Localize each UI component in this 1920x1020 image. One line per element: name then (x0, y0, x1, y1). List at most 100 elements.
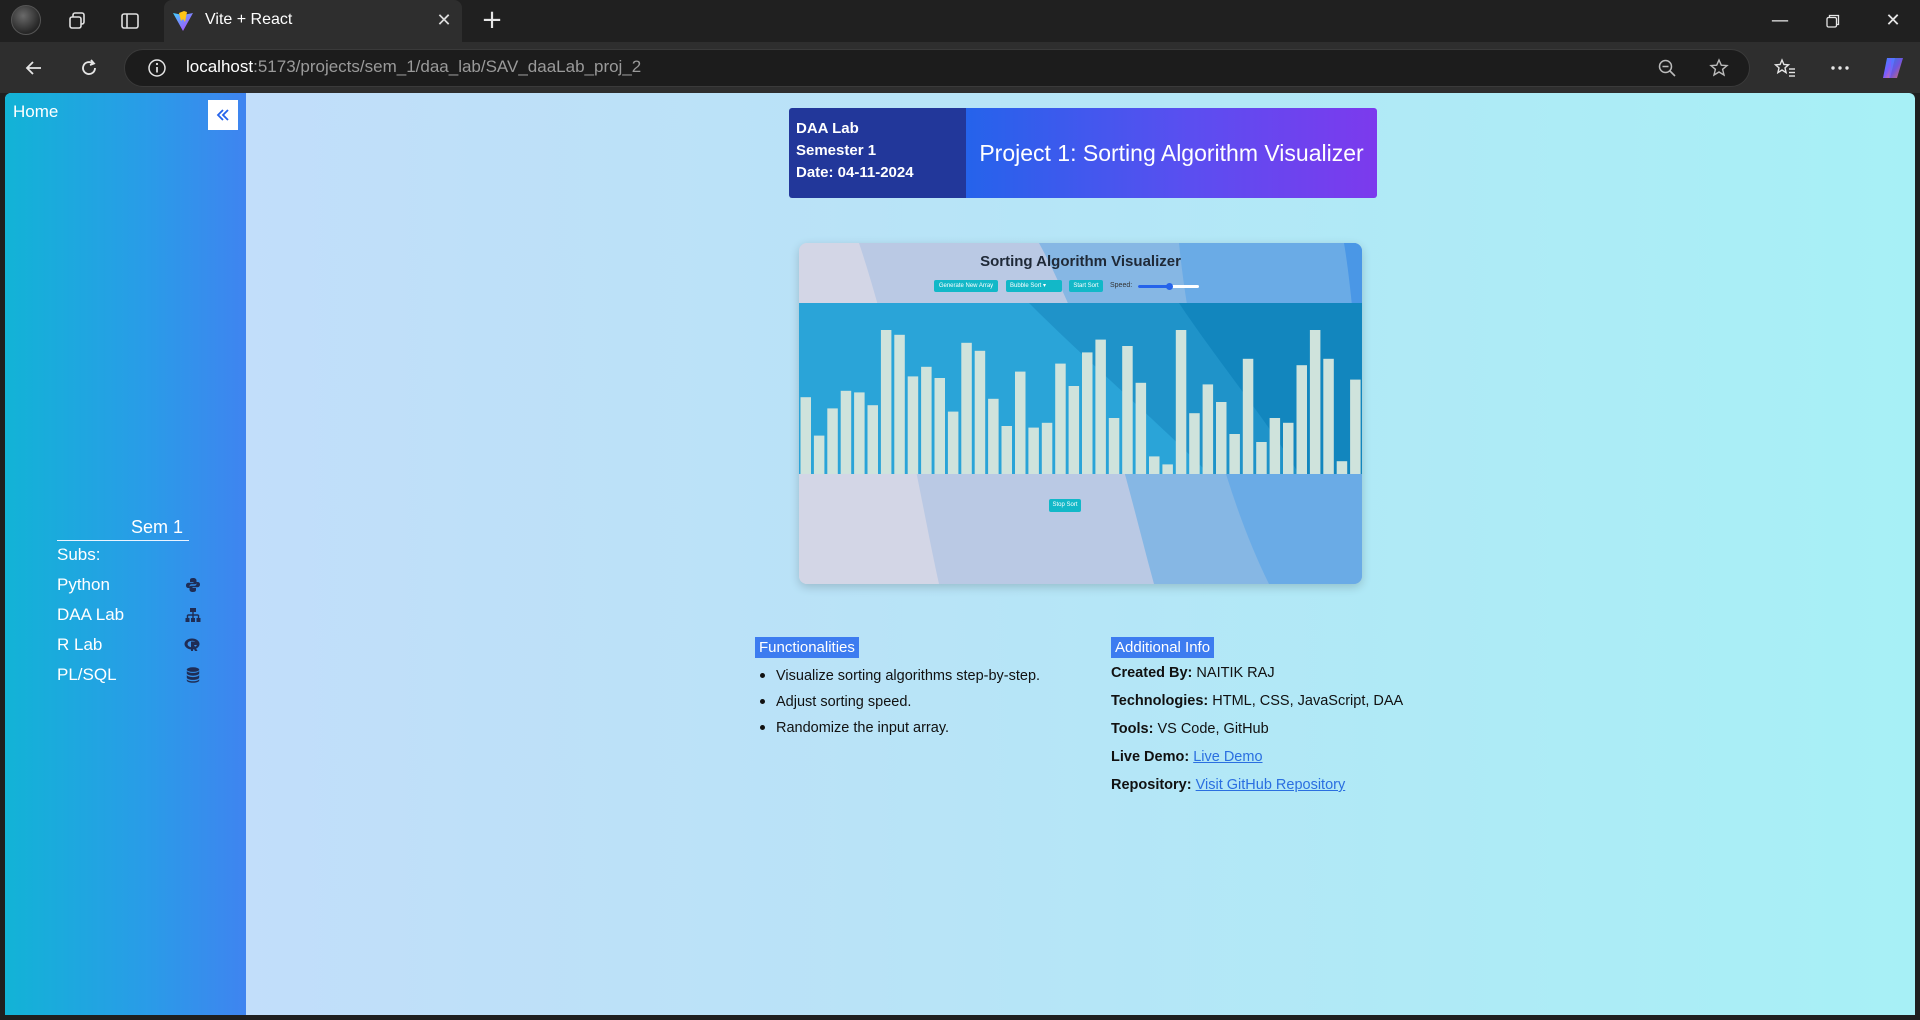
preview-bar (1242, 358, 1254, 474)
new-tab-icon[interactable]: + (478, 7, 506, 35)
close-tab-icon[interactable]: ✕ (433, 10, 455, 32)
preview-bar (1202, 384, 1214, 474)
list-item: Randomize the input array. (755, 719, 1040, 745)
repository-row: Repository: Visit GitHub Repository (1111, 777, 1345, 793)
database-icon (184, 666, 202, 684)
reload-icon[interactable] (73, 52, 105, 84)
sidebar-item-daa-lab[interactable]: DAA Lab (57, 602, 202, 628)
repository-link[interactable]: Visit GitHub Repository (1196, 777, 1346, 793)
favorite-star-icon[interactable] (1703, 52, 1735, 84)
preview-stop-button: Stop Sort (1049, 499, 1081, 512)
preview-bar (894, 334, 905, 474)
preview-bar (800, 397, 811, 474)
page-viewport: Home Sem 1 Subs: Python DAA Lab R Lab PL… (5, 93, 1915, 1015)
sidebar: Home Sem 1 Subs: Python DAA Lab R Lab PL… (5, 93, 246, 1015)
sidebar-item-plsql[interactable]: PL/SQL (57, 662, 202, 688)
created-by-value: NAITIK RAJ (1196, 665, 1275, 681)
tab-title: Vite + React (205, 11, 293, 28)
preview-start-button: Start Sort (1069, 280, 1103, 292)
preview-bar (1162, 464, 1173, 474)
created-by-row: Created By: NAITIK RAJ (1111, 665, 1275, 681)
preview-speed-label: Speed: (1110, 282, 1133, 289)
tools-value: VS Code, GitHub (1157, 721, 1269, 737)
preview-bar (1001, 426, 1012, 474)
preview-bar (1175, 330, 1187, 474)
preview-bar-chart (799, 303, 1362, 474)
list-item: Visualize sorting algorithms step-by-ste… (755, 667, 1040, 693)
preview-bar (921, 366, 932, 474)
additional-info-heading: Additional Info (1111, 637, 1215, 658)
preview-bar (1015, 371, 1026, 474)
functionalities-heading: Functionalities (755, 637, 859, 658)
preview-bar (934, 378, 945, 474)
restore-icon[interactable] (1818, 8, 1848, 34)
preview-bar (907, 376, 919, 474)
project-title-banner: Project 1: Sorting Algorithm Visualizer (966, 108, 1377, 198)
preview-bar (974, 350, 986, 474)
home-link[interactable]: Home (13, 102, 58, 122)
sidebar-item-label: R Lab (57, 635, 103, 654)
sidebar-item-label: Python (57, 575, 110, 594)
preview-bar (1095, 339, 1106, 474)
vite-favicon-icon (172, 10, 194, 32)
site-info-icon[interactable] (141, 52, 173, 84)
functionalities-list: Visualize sorting algorithms step-by-ste… (755, 667, 1040, 745)
profile-avatar[interactable] (11, 5, 41, 35)
project-screenshot: Sorting Algorithm Visualizer Generate Ne… (799, 243, 1362, 584)
preview-bar (1189, 413, 1200, 474)
preview-bar (1256, 442, 1267, 474)
technologies-row: Technologies: HTML, CSS, JavaScript, DAA (1111, 693, 1403, 709)
preview-bar (1283, 422, 1294, 474)
back-icon[interactable] (18, 52, 50, 84)
preview-bar (1323, 358, 1334, 474)
preview-bar (1055, 363, 1066, 474)
preview-bar (867, 405, 878, 474)
tools-label: Tools: (1111, 721, 1154, 737)
preview-bar (1082, 352, 1093, 474)
preview-bar (1229, 434, 1240, 474)
preview-bar (1296, 365, 1307, 474)
subs-label: Subs: (57, 545, 101, 564)
preview-bar (840, 390, 852, 474)
live-demo-link[interactable]: Live Demo (1193, 749, 1262, 765)
preview-bar (988, 398, 999, 474)
tools-row: Tools: VS Code, GitHub (1111, 721, 1269, 737)
collapse-sidebar-button[interactable] (208, 100, 238, 130)
project-date: Date: 04-11-2024 (796, 164, 914, 181)
technologies-value: HTML, CSS, JavaScript, DAA (1212, 693, 1404, 709)
preview-bar (961, 342, 972, 474)
close-window-icon[interactable]: ✕ (1878, 8, 1908, 34)
preview-bar (1269, 418, 1281, 474)
url-text: localhost:5173/projects/sem_1/daa_lab/SA… (186, 57, 642, 76)
technologies-label: Technologies: (1111, 693, 1209, 709)
tab-actions-icon[interactable] (116, 8, 144, 34)
semester-name: Semester 1 (796, 142, 877, 159)
preview-bar (1149, 456, 1160, 474)
repository-label: Repository: (1111, 777, 1192, 793)
more-menu-icon[interactable] (1824, 52, 1856, 84)
workspaces-icon[interactable] (63, 8, 91, 34)
sitemap-icon (184, 606, 202, 624)
semester-title: Sem 1 (57, 517, 189, 541)
preview-bar (1135, 382, 1147, 474)
preview-bar (813, 435, 825, 474)
minimize-icon[interactable]: — (1765, 8, 1795, 34)
course-name: DAA Lab (796, 120, 859, 137)
sidebar-item-label: PL/SQL (57, 665, 117, 684)
zoom-icon[interactable] (1651, 52, 1683, 84)
project-meta: DAA Lab Semester 1 Date: 04-11-2024 (789, 108, 966, 198)
sidebar-item-label: DAA Lab (57, 605, 125, 624)
sidebar-item-r-lab[interactable]: R Lab (57, 632, 202, 658)
sidebar-item-python[interactable]: Python (57, 572, 202, 598)
favorites-icon[interactable] (1769, 52, 1801, 84)
preview-generate-button: Generate New Array (934, 280, 998, 292)
preview-bar (1350, 379, 1361, 474)
copilot-icon[interactable] (1877, 52, 1909, 84)
preview-bar (880, 330, 892, 474)
live-demo-label: Live Demo: (1111, 749, 1190, 765)
preview-bar (1309, 330, 1321, 474)
r-logo-icon (184, 636, 202, 654)
preview-bar (1216, 402, 1227, 474)
preview-algorithm-select: Bubble Sort ▾ (1006, 280, 1062, 292)
preview-title: Sorting Algorithm Visualizer (980, 253, 1181, 270)
